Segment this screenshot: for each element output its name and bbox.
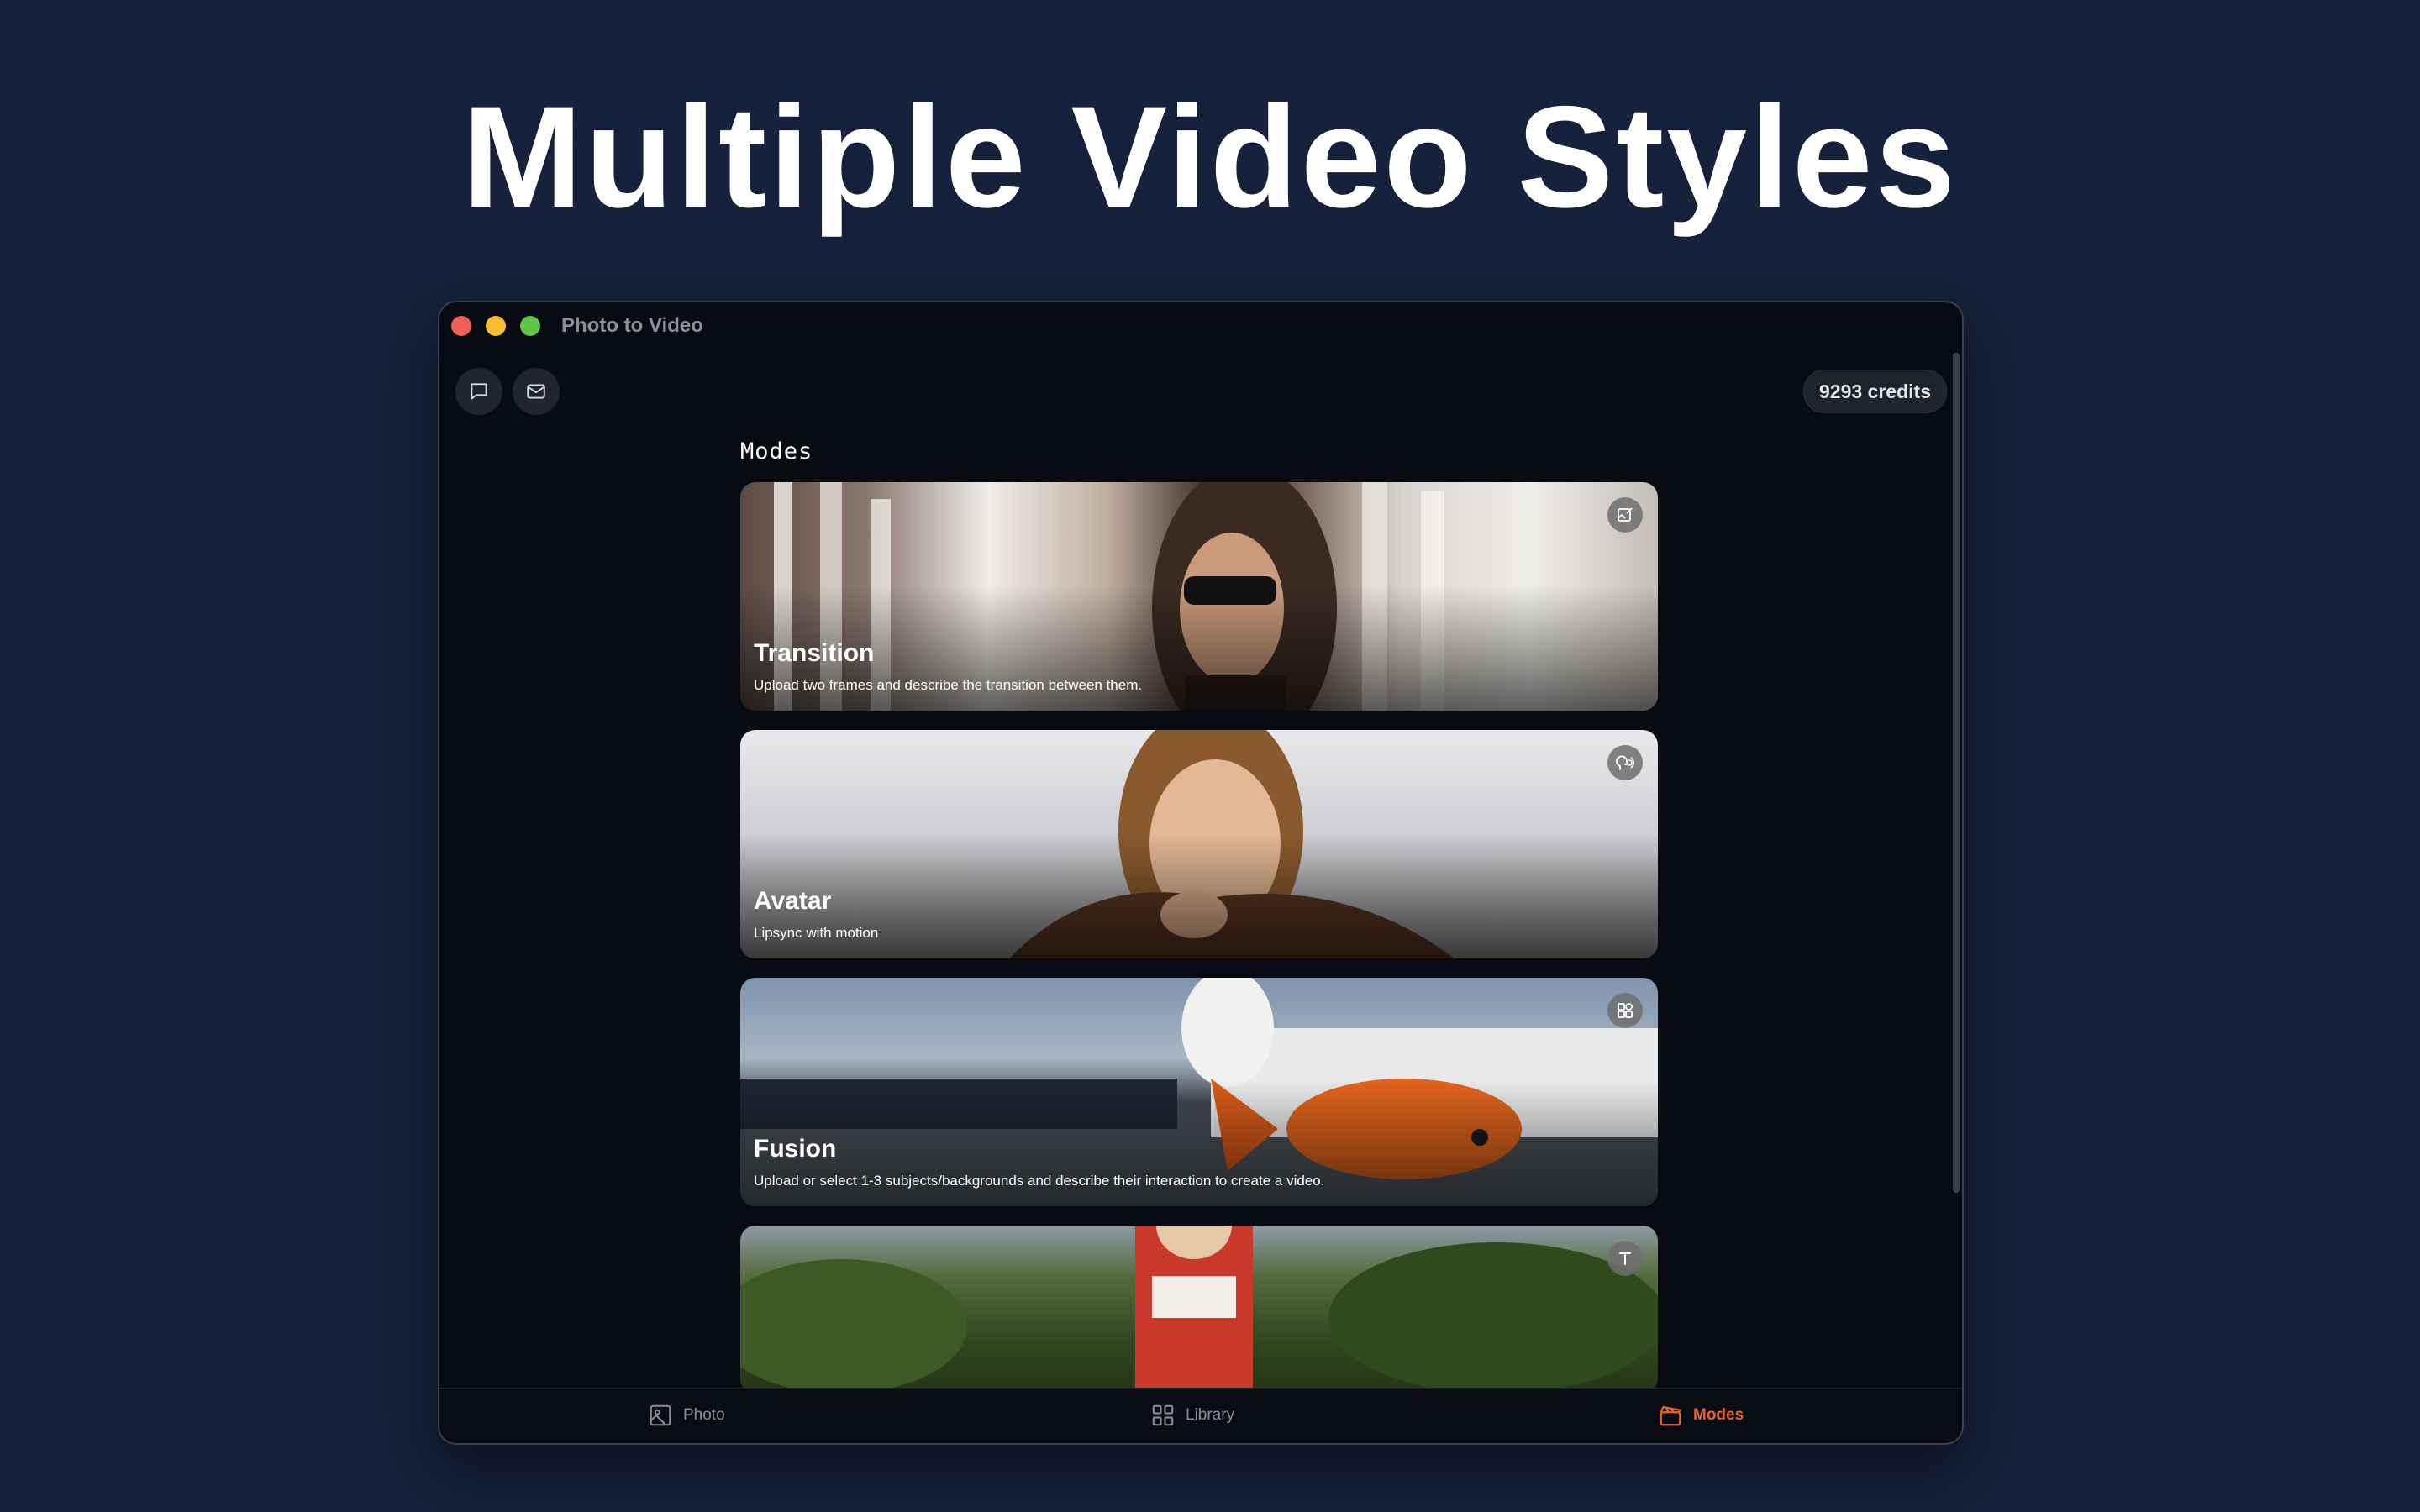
mode-card-transition[interactable]: Transition Upload two frames and describ… [740, 482, 1658, 711]
mode-card-avatar[interactable]: Avatar Lipsync with motion [740, 730, 1658, 958]
window-title: Photo to Video [561, 314, 703, 337]
tab-label: Photo [683, 1406, 725, 1424]
photo-icon [650, 1404, 671, 1426]
page-headline: Multiple Video Styles [461, 76, 1959, 238]
close-window-button[interactable] [451, 316, 471, 336]
mode-badge [1607, 497, 1643, 533]
speaking-head-icon [1616, 755, 1635, 770]
scrollbar[interactable] [1953, 353, 1960, 1193]
text-mode-preview-image [740, 1226, 1658, 1394]
shapes-icon [1618, 1003, 1633, 1018]
section-title: Modes [740, 438, 813, 465]
credits-badge[interactable]: 9293 credits [1803, 370, 1947, 413]
tab-label: Library [1186, 1406, 1235, 1424]
mode-title: Fusion [754, 1135, 837, 1163]
zoom-window-button[interactable] [520, 316, 540, 336]
mode-description: Upload or select 1-3 subjects/background… [754, 1173, 1325, 1189]
chat-bubble-icon [471, 383, 487, 400]
mode-title: Transition [754, 639, 875, 667]
mode-description: Lipsync with motion [754, 925, 879, 941]
mail-icon [527, 384, 545, 399]
clapperboard-icon [1660, 1405, 1681, 1426]
mode-card-text[interactable] [740, 1226, 1658, 1394]
image-edit-icon [1618, 507, 1633, 522]
mode-description: Upload two frames and describe the trans… [754, 677, 1143, 693]
app-window: Photo to Video 9293 credits Modes Transi… [438, 301, 1964, 1445]
title-bar: Photo to Video [439, 302, 1962, 349]
mode-badge [1607, 1241, 1643, 1276]
mode-card-fusion[interactable]: Fusion Upload or select 1-3 subjects/bac… [740, 978, 1658, 1206]
contact-button[interactable] [513, 368, 560, 415]
text-icon [1619, 1252, 1631, 1265]
tab-library[interactable]: Library [1150, 1400, 1234, 1431]
grid-icon [1152, 1404, 1174, 1426]
mode-title: Avatar [754, 887, 832, 915]
tab-modes[interactable]: Modes [1658, 1400, 1744, 1431]
tab-bar: Photo Library Modes [439, 1388, 1962, 1443]
mode-badge [1607, 745, 1643, 780]
tab-label: Modes [1693, 1406, 1744, 1424]
tab-photo[interactable]: Photo [648, 1400, 725, 1431]
mode-badge [1607, 993, 1643, 1028]
feedback-button[interactable] [455, 368, 502, 415]
minimize-window-button[interactable] [486, 316, 506, 336]
